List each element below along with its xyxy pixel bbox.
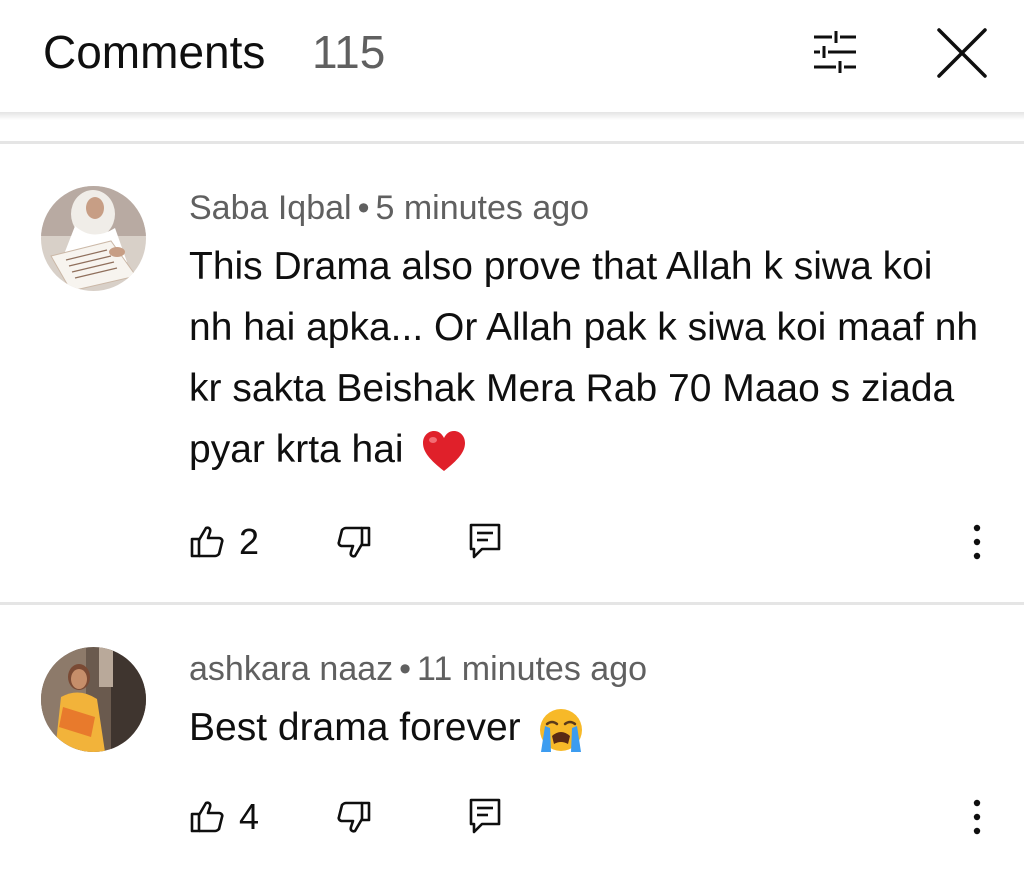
comments-count: 115 <box>312 26 386 78</box>
reply-button[interactable] <box>468 797 502 835</box>
more-options-button[interactable] <box>968 797 986 837</box>
red-heart-icon <box>423 430 466 471</box>
comments-header: Comments 115 <box>0 0 1024 112</box>
thumbs-up-icon <box>190 526 224 558</box>
more-options-button[interactable] <box>968 522 986 562</box>
meta-separator: • <box>357 189 370 227</box>
avatar[interactable] <box>41 186 146 291</box>
comment-meta: Saba Iqbal • 5 minutes ago <box>189 188 589 228</box>
meta-separator: • <box>399 650 412 688</box>
comment-author[interactable]: ashkara naaz <box>189 650 393 688</box>
like-button[interactable] <box>189 524 225 560</box>
sort-filter-button[interactable] <box>806 28 864 76</box>
more-vert-icon <box>973 524 981 560</box>
comment-text: Best drama forever <box>189 706 521 749</box>
close-button[interactable] <box>934 26 990 80</box>
divider <box>0 602 1024 605</box>
avatar[interactable] <box>41 647 146 752</box>
close-icon <box>937 28 987 78</box>
header-shadow <box>0 112 1024 120</box>
thumbs-up-icon <box>190 801 224 833</box>
more-vert-icon <box>973 799 981 835</box>
like-count: 4 <box>239 796 260 837</box>
comment-timestamp[interactable]: 11 minutes ago <box>417 650 647 688</box>
like-count: 2 <box>239 521 260 562</box>
comment-author[interactable]: Saba Iqbal <box>189 189 352 227</box>
reply-comment-icon <box>469 798 501 834</box>
dislike-button[interactable] <box>336 524 372 560</box>
loudly-crying-face-icon <box>540 708 583 752</box>
comment-text: This Drama also prove that Allah k siwa … <box>189 245 979 471</box>
comment-text-block: This Drama also prove that Allah k siwa … <box>189 236 979 480</box>
thumbs-down-icon <box>337 526 371 558</box>
thumbs-down-icon <box>337 801 371 833</box>
comments-title: Comments <box>43 26 266 78</box>
comment-meta: ashkara naaz • 11 minutes ago <box>189 649 647 689</box>
reply-button[interactable] <box>468 522 502 560</box>
comment-text-block: Best drama forever <box>189 697 979 758</box>
sort-filter-icon <box>814 31 856 73</box>
comment-timestamp[interactable]: 5 minutes ago <box>376 189 590 227</box>
reply-comment-icon <box>469 523 501 559</box>
divider <box>0 141 1024 144</box>
dislike-button[interactable] <box>336 799 372 835</box>
like-button[interactable] <box>189 799 225 835</box>
